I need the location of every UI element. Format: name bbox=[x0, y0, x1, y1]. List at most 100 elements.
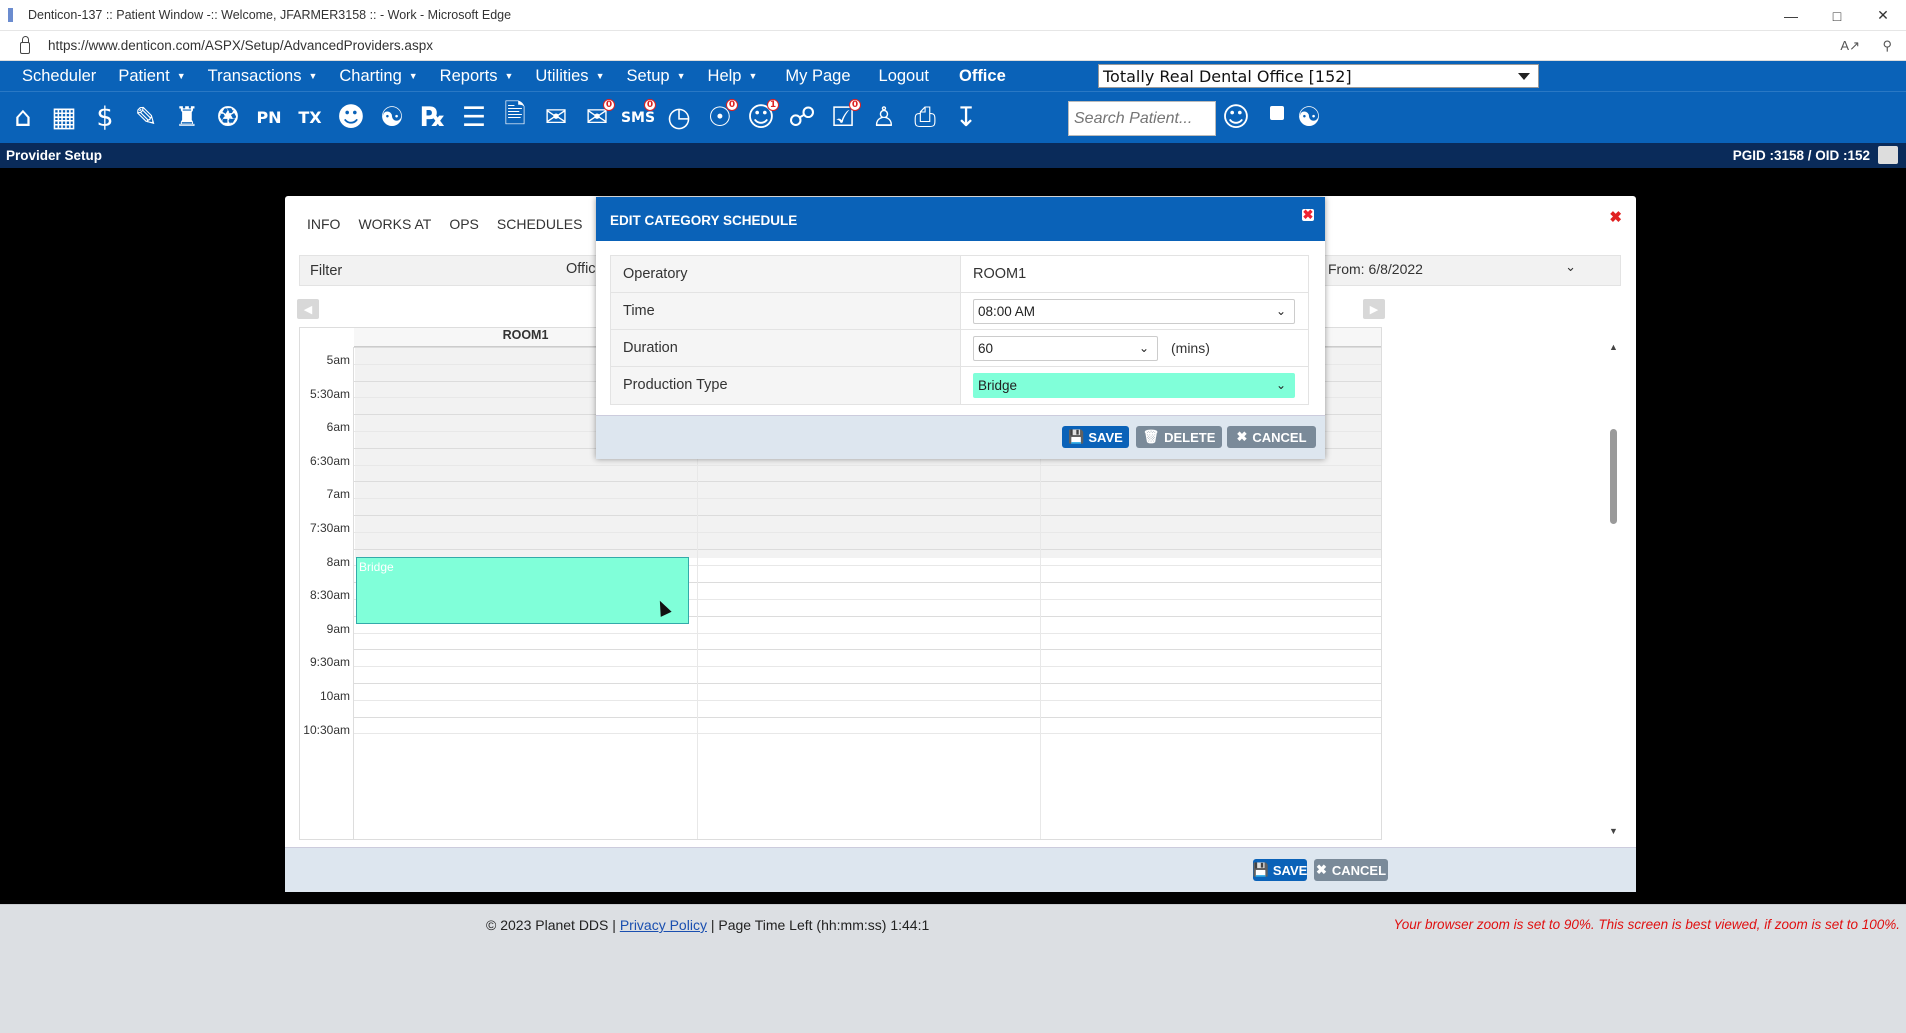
office-select[interactable]: Totally Real Dental Office [152] bbox=[1098, 64, 1539, 88]
tab-schedules[interactable]: SCHEDULES bbox=[497, 216, 583, 232]
sms-icon[interactable]: SMS 0 bbox=[619, 98, 657, 138]
duration-row: Duration 60 ⌄ (mins) bbox=[611, 330, 1308, 367]
zoom-icon[interactable]: ⚲ bbox=[1882, 38, 1892, 54]
scroll-up-icon[interactable]: ▲ bbox=[1609, 342, 1618, 352]
time-label: 6am bbox=[326, 420, 350, 435]
documents-check-icon[interactable]: ☑ 0 bbox=[824, 98, 862, 138]
prescription-icon[interactable]: ℞ bbox=[414, 98, 452, 138]
treatment-icon[interactable]: TX bbox=[291, 98, 329, 138]
main-menu: Scheduler Patient ▼ Transactions ▼ Chartin… bbox=[0, 61, 1906, 91]
documents-icon[interactable]: 🖹 bbox=[496, 98, 534, 138]
time-label: 8:30am bbox=[309, 588, 350, 603]
scroll-down-icon[interactable]: ▼ bbox=[1609, 826, 1618, 836]
from-date-select[interactable]: From: 6/8/2022 ⌄ bbox=[1325, 257, 1590, 283]
close-window-button[interactable]: ✕ bbox=[1860, 0, 1906, 31]
dialog-cancel-button[interactable]: ✖ CANCEL bbox=[1227, 426, 1316, 448]
modal-cancel-button[interactable]: ✖ CANCEL bbox=[1314, 859, 1388, 881]
modal-footer: 💾 SAVE ✖ CANCEL bbox=[285, 847, 1636, 892]
privacy-policy-link[interactable]: Privacy Policy bbox=[620, 917, 707, 933]
clock-icon[interactable]: ◷ bbox=[660, 98, 698, 138]
progress-notes-icon[interactable]: PN bbox=[250, 98, 288, 138]
docs-badge: 0 bbox=[849, 98, 861, 111]
family-search-icon[interactable]: ☯ bbox=[1290, 97, 1328, 137]
modal-tabs: INFO WORKS AT OPS SCHEDULES H bbox=[307, 216, 629, 232]
edit-category-schedule-dialog: EDIT CATEGORY SCHEDULE ✖ Operatory ROOM1… bbox=[596, 197, 1325, 459]
next-page-button[interactable]: ▶ bbox=[1363, 299, 1385, 319]
messages-icon[interactable]: ✉ 0 bbox=[578, 98, 616, 138]
url-field[interactable]: https://www.denticon.com/ASPX/Setup/Adva… bbox=[48, 38, 433, 53]
close-dialog-icon[interactable]: ✖ bbox=[1302, 208, 1314, 221]
duration-unit: (mins) bbox=[1171, 340, 1210, 356]
time-select[interactable]: 08:00 AM ⌄ bbox=[973, 299, 1295, 324]
family-icon[interactable]: ☯ bbox=[373, 98, 411, 138]
minimize-button[interactable]: — bbox=[1768, 0, 1814, 31]
implant-icon[interactable]: ♼ bbox=[209, 98, 247, 138]
notes-icon[interactable]: ☰ bbox=[455, 98, 493, 138]
dialog-title: EDIT CATEGORY SCHEDULE bbox=[596, 197, 1325, 241]
patient-search-icon[interactable]: ☺ bbox=[1217, 97, 1255, 137]
billing-dollar-icon[interactable]: $ bbox=[86, 98, 124, 138]
add-patient-icon[interactable]: ☻ bbox=[332, 98, 370, 138]
modal-save-label: SAVE bbox=[1272, 862, 1308, 878]
caret-down-icon: ▼ bbox=[504, 71, 514, 81]
menu-patient[interactable]: Patient ▼ bbox=[96, 67, 185, 86]
edge-app-icon bbox=[8, 8, 20, 22]
chevron-down-icon[interactable]: ↧ bbox=[947, 98, 985, 138]
calendar-icon[interactable]: ▦ bbox=[45, 98, 83, 138]
web-icon[interactable]: ☉ 0 bbox=[701, 98, 739, 138]
maximize-button[interactable]: □ bbox=[1814, 0, 1860, 31]
home-icon[interactable]: ⌂ bbox=[4, 98, 42, 138]
time-label: 9am bbox=[326, 621, 350, 636]
schedule-block-bridge[interactable]: Bridge bbox=[356, 557, 689, 624]
menu-my-page[interactable]: My Page bbox=[757, 67, 850, 86]
menu-scheduler[interactable]: Scheduler bbox=[0, 67, 96, 86]
close-modal-icon[interactable]: ✖ bbox=[1609, 208, 1622, 226]
address-bar: https://www.denticon.com/ASPX/Setup/Adva… bbox=[0, 31, 1906, 61]
menu-setup[interactable]: Setup ▼ bbox=[604, 67, 685, 86]
notes-pencil-icon[interactable]: ✎ bbox=[127, 98, 165, 138]
save-icon: 💾 bbox=[1252, 862, 1269, 877]
read-aloud-icon[interactable]: A↗ bbox=[1840, 38, 1860, 54]
slot-line bbox=[354, 683, 1381, 684]
slot-line bbox=[354, 464, 1381, 466]
menu-utilities[interactable]: Utilities ▼ bbox=[513, 67, 604, 86]
checkbox[interactable] bbox=[1270, 106, 1284, 120]
printer-icon[interactable] bbox=[1878, 146, 1898, 164]
time-label: 5:30am bbox=[309, 386, 350, 401]
from-date-value: From: 6/8/2022 bbox=[1328, 261, 1423, 277]
menu-help[interactable]: Help ▼ bbox=[686, 67, 758, 86]
dialog-save-button[interactable]: 💾 SAVE bbox=[1062, 426, 1129, 448]
scroll-thumb[interactable] bbox=[1610, 429, 1617, 524]
menu-logout[interactable]: Logout bbox=[851, 67, 929, 86]
search-patient-input[interactable] bbox=[1068, 101, 1216, 136]
globe-icon[interactable]: ☍ bbox=[783, 98, 821, 138]
tab-works-at[interactable]: WORKS AT bbox=[358, 216, 431, 232]
modal-save-button[interactable]: 💾 SAVE bbox=[1253, 859, 1307, 881]
tooth-icon[interactable]: ♜ bbox=[168, 98, 206, 138]
menu-charting[interactable]: Charting ▼ bbox=[317, 67, 417, 86]
copyright-text: © 2023 Planet DDS | bbox=[486, 917, 616, 933]
save-icon: 💾 bbox=[1068, 429, 1085, 444]
dialog-form: Operatory ROOM1 Time 08:00 AM ⌄ Duration … bbox=[610, 255, 1309, 405]
tab-info[interactable]: INFO bbox=[307, 216, 340, 232]
dialog-cancel-label: CANCEL bbox=[1252, 429, 1307, 445]
calendar-scrollbar[interactable]: ▲ ▼ bbox=[1607, 342, 1619, 840]
slot-line bbox=[354, 531, 1381, 533]
alerts-icon[interactable]: ☺ 1 bbox=[742, 98, 780, 138]
slot-line bbox=[354, 498, 1381, 500]
caret-down-icon: ▼ bbox=[676, 71, 686, 81]
menu-transactions[interactable]: Transactions ▼ bbox=[186, 67, 318, 86]
tab-ops[interactable]: OPS bbox=[449, 216, 479, 232]
slot-line bbox=[354, 699, 1381, 701]
duration-select[interactable]: 60 ⌄ bbox=[973, 336, 1158, 361]
people-icon[interactable]: ♙ bbox=[865, 98, 903, 138]
caret-down-icon: ▼ bbox=[308, 71, 318, 81]
slot-line bbox=[354, 649, 1381, 651]
print-icon[interactable]: ⎙ bbox=[906, 98, 944, 138]
slot-line bbox=[354, 666, 1381, 668]
production-type-select[interactable]: Bridge ⌄ bbox=[973, 373, 1295, 398]
dialog-delete-button[interactable]: 🗑 DELETE bbox=[1136, 426, 1222, 448]
menu-reports[interactable]: Reports ▼ bbox=[418, 67, 514, 86]
mail-icon[interactable]: ✉ bbox=[537, 98, 575, 138]
prev-page-button[interactable]: ◀ bbox=[297, 299, 319, 319]
